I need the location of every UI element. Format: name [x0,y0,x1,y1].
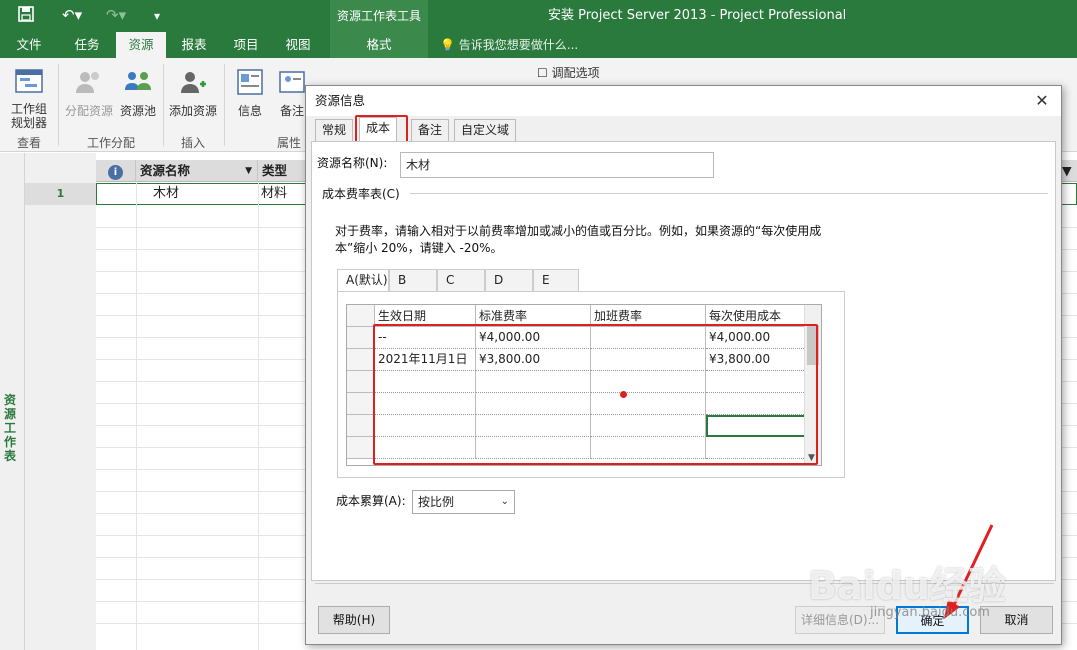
add-resources-button[interactable]: 添加资源 [166,66,220,119]
group-separator [224,64,225,146]
rate-tab-d[interactable]: D [485,269,533,291]
redo-icon[interactable]: ↷▾ [106,6,126,24]
leveling-options-icon: ☐ [537,66,548,80]
watermark-logo: Baidu经验 [808,564,1006,608]
undo-icon[interactable]: ↶▾ [62,6,82,24]
cost-accrual-select[interactable]: 按比例 ⌄ [412,490,515,514]
leveling-options-button[interactable]: ☐ 调配选项 [537,64,617,81]
rate-tab-e[interactable]: E [533,269,579,291]
team-planner-icon [15,69,43,93]
divider [410,193,1048,194]
assign-resources-icon [76,72,99,93]
row-header [347,393,375,415]
row-header-column [25,153,96,650]
tab-view[interactable]: 视图 [274,32,322,58]
tab-file[interactable]: 文件 [0,32,58,58]
tab-resource[interactable]: 资源 [116,32,166,58]
indicator-column-header[interactable]: i [96,160,136,182]
watermark-url: jingyan.baidu.com [870,605,990,620]
group-label-view: 查看 [16,136,41,150]
group-separator [163,64,164,146]
instructions-text: 对于费率，请输入相对于以前费率增加或减小的值或百分比。例如，如果资源的“每次使用… [335,224,822,255]
row-header [347,371,375,393]
context-tools-label: 资源工作表工具 [330,0,428,32]
highlight-box [355,115,408,143]
tab-task[interactable]: 任务 [62,32,112,58]
add-resources-label: 添加资源 [168,104,217,118]
resource-name-label: 资源名称(N): [317,156,388,170]
team-planner-button[interactable]: 工作组规划器 [4,66,54,130]
app-title: 安装 Project Server 2013 - Project Profess… [548,8,847,23]
customize-qat-icon[interactable]: ▾ [154,9,160,23]
info-icon: i [108,165,123,180]
resource-type-cell[interactable]: 材料 [261,183,287,205]
tell-me-box[interactable]: 💡 告诉我您想要做什么... [440,32,578,58]
tab-notes[interactable]: 备注 [411,119,450,141]
group-label-properties: 属性 [276,136,301,150]
cost-accrual-label: 成本累算(A): [336,494,406,508]
group-label-assignments: 工作分配 [86,136,135,150]
team-planner-label: 工作组规划器 [10,102,47,130]
corner-cell [347,305,375,327]
rate-tab-c[interactable]: C [437,269,485,291]
group-label-insert: 插入 [180,136,205,150]
row-header [347,415,375,437]
tell-me-text: 告诉我您想要做什么... [458,38,579,52]
help-button[interactable]: 帮助(H) [318,606,390,634]
rate-tab-a[interactable]: A(默认) [337,269,389,292]
notes-icon [279,71,305,93]
assign-resources-label: 分配资源 [64,104,113,118]
row-header [347,349,375,371]
ribbon-tabs: 文件 任务 资源 报表 项目 视图 格式 💡 告诉我您想要做什么... [0,32,1077,58]
dropdown-arrow-icon[interactable]: ▼ [1062,160,1077,182]
rate-tab-b[interactable]: B [389,269,437,291]
title-bar: ↶▾ ↷▾ ▾ 资源工作表工具 安装 Project Server 2013 -… [0,0,1077,32]
notes-label: 备注 [279,104,304,118]
view-bar: 资源工作表 [0,153,25,650]
tab-format[interactable]: 格式 [330,32,428,58]
resource-pool-label: 资源池 [119,104,156,118]
close-icon[interactable]: ✕ [1031,90,1053,112]
cost-accrual-value: 按比例 [418,495,455,509]
group-separator [58,64,59,146]
add-resources-icon [181,72,206,93]
tab-custom-fields[interactable]: 自定义域 [454,119,517,141]
resource-name-cell[interactable]: 木材 [153,183,179,205]
column-header-type[interactable]: 类型 [258,160,308,182]
tab-report[interactable]: 报表 [170,32,218,58]
assign-resources-button[interactable]: 分配资源 [62,66,116,119]
resource-pool-icon [125,72,151,90]
information-button[interactable]: 信息 [230,66,270,119]
highlight-box [373,324,818,465]
resource-pool-button[interactable]: 资源池 [116,66,160,119]
cost-rate-tables-label: 成本费率表(C) [322,187,400,201]
chevron-down-icon: ⌄ [500,496,509,507]
row-header [347,437,375,459]
view-name-label: 资源工作表 [4,393,17,463]
leveling-options-label: 调配选项 [551,66,600,80]
dialog-title: 资源信息 [306,86,1061,116]
column-header-name-label: 资源名称 [140,163,191,178]
column-header-name[interactable]: 资源名称 ▼ [136,160,258,182]
information-label: 信息 [237,104,262,118]
lightbulb-icon: 💡 [440,38,455,52]
tab-project[interactable]: 项目 [222,32,270,58]
resource-name-field[interactable]: 木材 [400,152,714,178]
tab-general[interactable]: 常规 [315,119,354,141]
row-number: 1 [56,187,65,200]
row-header [347,327,375,349]
save-icon[interactable] [18,6,34,26]
dropdown-arrow-icon[interactable]: ▼ [245,160,252,182]
cursor-marker-dot [620,391,627,398]
information-icon [237,69,263,95]
